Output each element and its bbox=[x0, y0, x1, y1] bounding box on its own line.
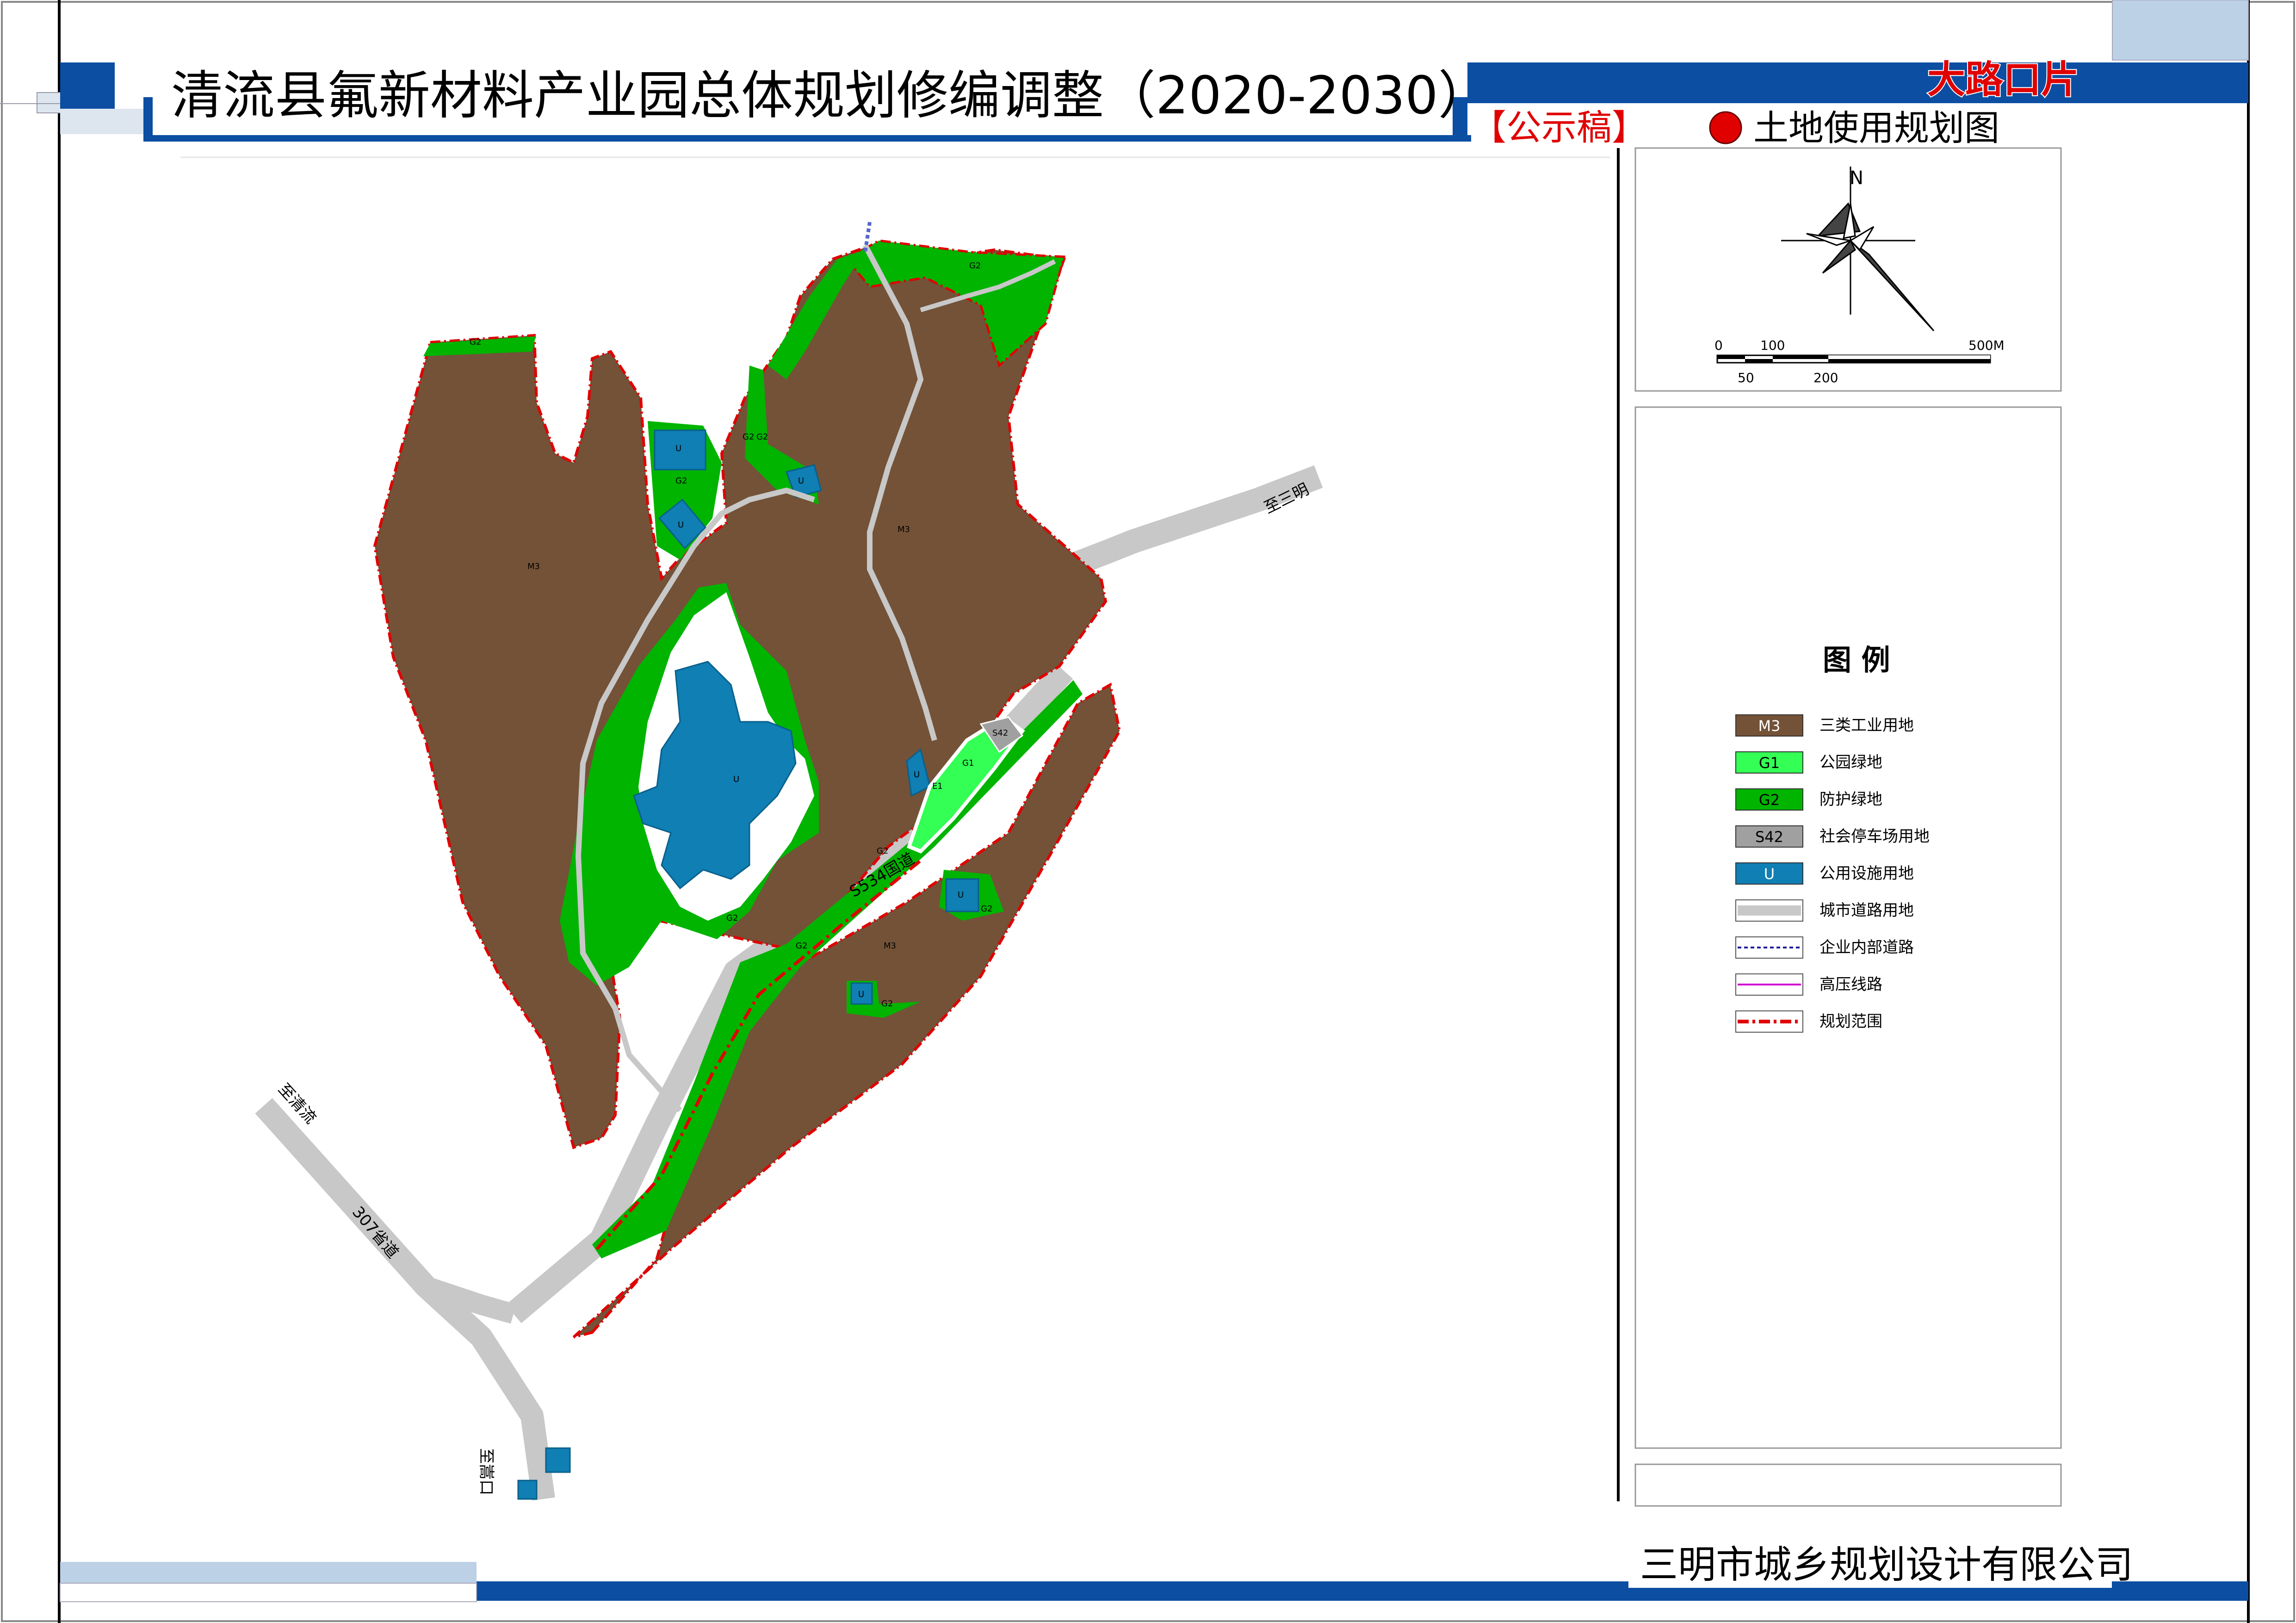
section-label: 大路口片 bbox=[1927, 58, 2079, 102]
legend-panel-frame bbox=[1634, 406, 2062, 1449]
map-area: M3 M3 M3 G2 G2 G2 G2 G2 G2 G2 G2 G2 G2 U… bbox=[255, 222, 1323, 1501]
footer-light-block bbox=[60, 1562, 477, 1583]
label-u-southeast: U bbox=[958, 890, 964, 900]
label-g2-road: G2 bbox=[796, 941, 807, 951]
scale-bar bbox=[1716, 354, 1991, 364]
legend-label: 高压线路 bbox=[1819, 975, 1882, 994]
legend-row: U 公用设施用地 bbox=[1735, 862, 1914, 885]
north-label: N bbox=[1850, 167, 1863, 189]
label-road-307: 307省道 bbox=[348, 1203, 402, 1262]
scale-label-200: 200 bbox=[1813, 370, 1838, 385]
legend-code: G2 bbox=[1759, 791, 1780, 809]
scale-label-500m: 500M bbox=[1968, 338, 2005, 353]
label-g2-east: G2 bbox=[877, 846, 888, 856]
company-name: 三明市城乡规划设计有限公司 bbox=[1640, 1543, 2133, 1587]
legend-row: 企业内部道路 bbox=[1735, 936, 1914, 959]
legend-label: 规划范围 bbox=[1819, 1012, 1882, 1031]
label-u-north-b: U bbox=[678, 520, 684, 530]
legend-row: S42 社会停车场用地 bbox=[1735, 825, 1930, 848]
label-u-east: U bbox=[914, 770, 920, 780]
legend-label: 三类工业用地 bbox=[1819, 716, 1914, 735]
legend-label: 公园绿地 bbox=[1819, 753, 1882, 772]
legend-code: S42 bbox=[1755, 828, 1783, 846]
label-g2-southeast: G2 bbox=[981, 904, 992, 914]
parcel-u-songkou-b bbox=[517, 1480, 538, 1500]
label-g2-central: G2 bbox=[675, 476, 687, 486]
legend-label: 公用设施用地 bbox=[1819, 864, 1914, 883]
plan-title: 清流县氟新材料产业园总体规划修编调整（2020-2030） bbox=[171, 66, 1490, 126]
legend-label: 城市道路用地 bbox=[1819, 901, 1914, 920]
header-right-blue-band bbox=[1467, 62, 2248, 103]
legend-label: 企业内部道路 bbox=[1819, 938, 1914, 957]
label-g2-finger-a: G2 bbox=[743, 432, 754, 442]
header-title-bar-bottom bbox=[147, 135, 1471, 142]
label-m3-north: M3 bbox=[897, 525, 910, 534]
label-e1: E1 bbox=[932, 781, 943, 791]
legend-panel: 图 例 M3 三类工业用地 G1 公园绿地 G2 防护绿地 S42 社会停车场用地 U 公用设施用… bbox=[1634, 406, 2062, 1507]
label-u-lake: U bbox=[733, 774, 739, 784]
label-u-north-c: U bbox=[798, 476, 804, 486]
label-m3-south: M3 bbox=[884, 941, 896, 951]
map-name-label: 土地使用规划图 bbox=[1753, 107, 1999, 149]
land-use-map-sheet: 清流县氟新材料产业园总体规划修编调整（2020-2030） 大路口片 【公示稿】… bbox=[0, 0, 2295, 1623]
legend-code: M3 bbox=[1758, 717, 1781, 735]
legend-row: 城市道路用地 bbox=[1735, 899, 1914, 922]
legend-row: M3 三类工业用地 bbox=[1735, 714, 1914, 737]
label-g2-finger-b: G2 bbox=[756, 432, 768, 442]
legend-code: G1 bbox=[1759, 754, 1780, 772]
label-g2-south: G2 bbox=[881, 999, 893, 1009]
compass-panel: N 0 100 500M 50 200 bbox=[1634, 147, 2062, 392]
label-s42: S42 bbox=[992, 728, 1008, 738]
label-g1: G1 bbox=[962, 758, 974, 768]
label-u-north-a: U bbox=[675, 444, 681, 453]
legend-title: 图 例 bbox=[1823, 643, 1890, 677]
scale-label-0: 0 bbox=[1714, 338, 1723, 353]
label-g2-inner: G2 bbox=[726, 913, 738, 923]
top-right-corner-block bbox=[2112, 0, 2249, 61]
draft-status-label: 【公示稿】 bbox=[1471, 107, 1647, 148]
scale-label-50: 50 bbox=[1738, 370, 1754, 385]
parcel-u-songkou-a bbox=[545, 1447, 571, 1473]
legend-label: 防护绿地 bbox=[1819, 790, 1882, 809]
header-blue-tab bbox=[60, 62, 115, 109]
footer-white-gap bbox=[60, 1583, 477, 1602]
label-to-songkou: 至嵩口 bbox=[477, 1448, 495, 1495]
map-name-bullet-icon bbox=[1709, 111, 1742, 144]
header-left-light-bar bbox=[60, 109, 153, 134]
label-m3-west: M3 bbox=[527, 562, 540, 571]
header-title-bar-left bbox=[143, 97, 153, 142]
scale-label-100: 100 bbox=[1760, 338, 1785, 353]
label-g2-northeast: G2 bbox=[969, 261, 981, 271]
label-g2-north: G2 bbox=[470, 337, 481, 347]
label-u-south: U bbox=[858, 990, 864, 999]
compass-panel-frame bbox=[1634, 147, 2062, 392]
legend-code: U bbox=[1764, 865, 1775, 883]
bottom-panel-frame bbox=[1634, 1463, 2062, 1507]
legend-label: 社会停车场用地 bbox=[1819, 827, 1930, 846]
